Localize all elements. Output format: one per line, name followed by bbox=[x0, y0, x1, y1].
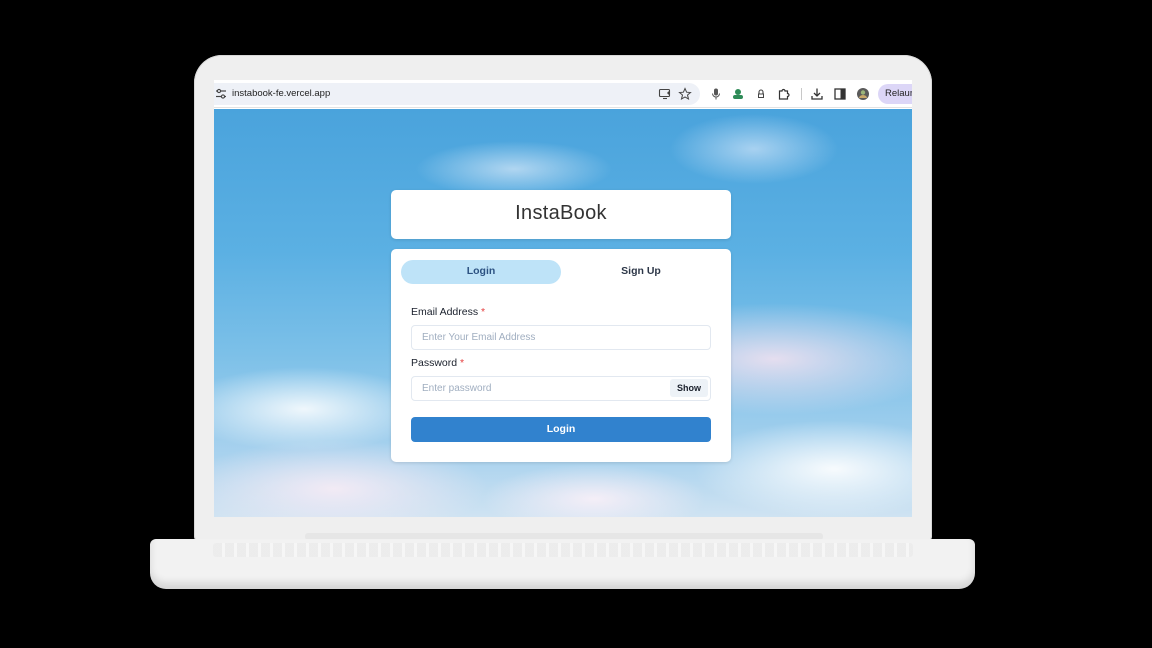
password-label-text: Password bbox=[411, 357, 458, 369]
show-password-button[interactable]: Show bbox=[670, 379, 708, 397]
app-title: InstaBook bbox=[515, 202, 607, 224]
install-app-icon[interactable] bbox=[658, 87, 672, 101]
password-label: Password * bbox=[411, 357, 464, 369]
password-field[interactable]: Enter password bbox=[411, 376, 711, 401]
puzzle-icon[interactable] bbox=[777, 87, 791, 101]
tune-icon[interactable] bbox=[216, 88, 226, 100]
relaunch-button[interactable]: Relaunch bbox=[878, 84, 912, 104]
download-icon[interactable] bbox=[810, 87, 824, 101]
url-text[interactable]: instabook-fe.vercel.app bbox=[232, 88, 330, 99]
stage: instabook-fe.vercel.app Relau InstaBook … bbox=[0, 0, 1152, 648]
email-field[interactable]: Enter Your Email Address bbox=[411, 325, 711, 350]
email-label: Email Address * bbox=[411, 306, 485, 318]
title-card: InstaBook bbox=[391, 190, 731, 239]
sidebar-icon[interactable] bbox=[833, 87, 847, 101]
extension-icon[interactable] bbox=[731, 87, 745, 101]
email-label-text: Email Address bbox=[411, 306, 479, 318]
star-icon[interactable] bbox=[678, 87, 692, 101]
profile-avatar-icon[interactable] bbox=[856, 87, 870, 101]
browser-toolbar: instabook-fe.vercel.app Relau bbox=[214, 80, 912, 108]
tab-login[interactable]: Login bbox=[401, 260, 561, 284]
auth-card: Login Sign Up Email Address * Enter Your… bbox=[391, 249, 731, 462]
address-bar[interactable]: instabook-fe.vercel.app bbox=[214, 83, 700, 105]
required-mark: * bbox=[481, 306, 486, 318]
login-button[interactable]: Login bbox=[411, 417, 711, 442]
laptop-keyboard bbox=[213, 543, 913, 557]
laptop-screen: instabook-fe.vercel.app Relau InstaBook … bbox=[214, 80, 912, 517]
microphone-icon[interactable] bbox=[709, 87, 723, 101]
required-mark: * bbox=[460, 357, 465, 369]
lock-icon[interactable] bbox=[754, 87, 768, 101]
toolbar-divider bbox=[801, 88, 802, 100]
page-background: InstaBook Login Sign Up Email Address * … bbox=[214, 109, 912, 517]
tab-signup[interactable]: Sign Up bbox=[561, 260, 721, 284]
